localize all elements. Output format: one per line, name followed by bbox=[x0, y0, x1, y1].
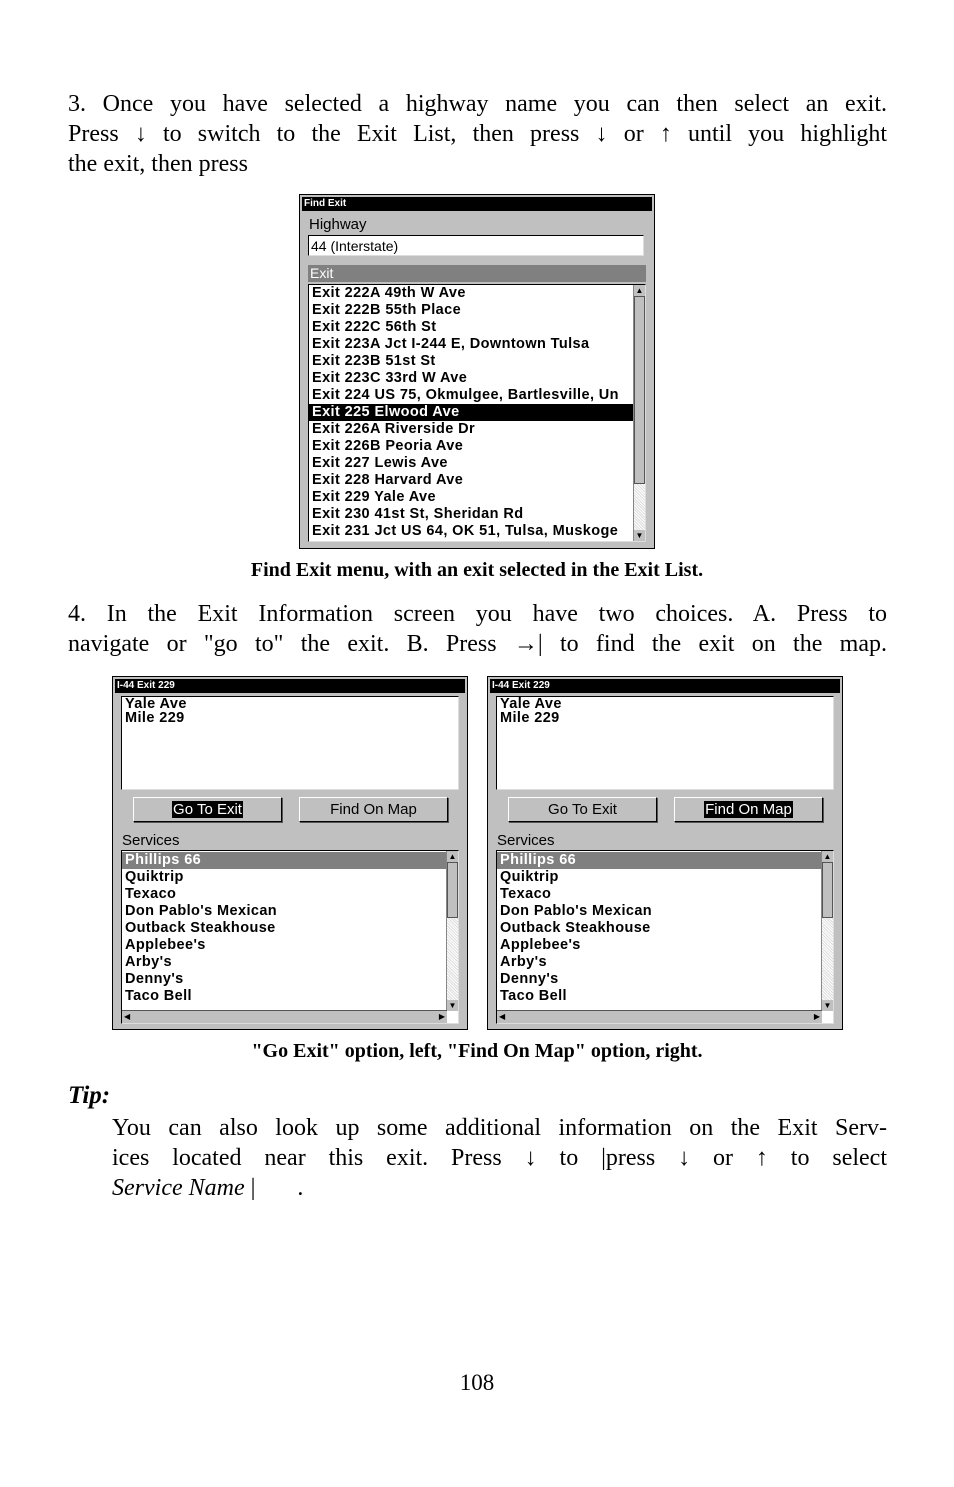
services-label: Services bbox=[122, 832, 180, 849]
scroll-down-icon[interactable]: ▼ bbox=[447, 1000, 458, 1011]
exit-list-item[interactable]: Exit 229 Yale Ave bbox=[309, 489, 633, 506]
caption: "Go Exit" option, left, "Find On Map" op… bbox=[251, 1040, 703, 1062]
step4-line: 4. In the Exit Information screen you ha… bbox=[68, 601, 887, 627]
exit-list-item[interactable]: Exit 225 Elwood Ave bbox=[309, 404, 633, 421]
exit-info-screen-map: I-44 Exit 229 Yale Ave Mile 229 Go To Exit F… bbox=[487, 676, 843, 1030]
button-label: Go To Exit bbox=[172, 801, 243, 818]
service-list-item[interactable]: Denny's bbox=[497, 971, 821, 988]
exit-info-screen-go: I-44 Exit 229 Yale Ave Mile 229 Go To Exit F… bbox=[112, 676, 468, 1030]
exit-name: Yale Ave bbox=[125, 697, 187, 711]
scroll-down-icon[interactable]: ▼ bbox=[822, 1000, 833, 1011]
service-list-item[interactable]: Phillips 66 bbox=[122, 852, 446, 869]
exit-header: Exit bbox=[308, 265, 646, 282]
service-list-item[interactable]: Taco Bell bbox=[122, 988, 446, 1005]
go-to-exit-button[interactable]: Go To Exit bbox=[133, 797, 282, 822]
scroll-left-icon[interactable]: ◀ bbox=[124, 1011, 130, 1023]
exit-mile: Mile 229 bbox=[125, 711, 185, 725]
exit-list-item[interactable]: Exit 222C 56th St bbox=[309, 319, 633, 336]
tip-heading: Tip: bbox=[68, 1082, 111, 1109]
exit-list-item[interactable]: Exit 223B 51st St bbox=[309, 353, 633, 370]
service-list-item[interactable]: Texaco bbox=[122, 886, 446, 903]
go-to-exit-button[interactable]: Go To Exit bbox=[508, 797, 657, 822]
find-on-map-button[interactable]: Find On Map bbox=[674, 797, 823, 822]
service-list-item[interactable]: Taco Bell bbox=[497, 988, 821, 1005]
exit-list-item[interactable]: Exit 231 Jct US 64, OK 51, Tulsa, Muskog… bbox=[309, 523, 633, 540]
step3-line: the exit, then press bbox=[68, 151, 248, 177]
service-list-item[interactable]: Applebee's bbox=[497, 937, 821, 954]
tip-line: Service Name | . bbox=[112, 1173, 887, 1203]
scroll-down-icon[interactable]: ▼ bbox=[634, 530, 645, 541]
services-list[interactable]: Phillips 66 Quiktrip Texaco Don Pablo's Mex… bbox=[121, 850, 459, 1024]
exit-info-box: Yale Ave Mile 229 bbox=[121, 696, 459, 790]
button-label: Find On Map bbox=[704, 801, 793, 818]
scroll-right-icon[interactable]: ▶ bbox=[439, 1011, 445, 1023]
highway-label: Highway bbox=[309, 216, 367, 233]
service-list-item[interactable]: Phillips 66 bbox=[497, 852, 821, 869]
page-number: 108 bbox=[459, 1370, 495, 1395]
find-on-map-button[interactable]: Find On Map bbox=[299, 797, 448, 822]
service-list-item[interactable]: Outback Steakhouse bbox=[497, 920, 821, 937]
service-list-item[interactable]: Quiktrip bbox=[122, 869, 446, 886]
service-list-item[interactable]: Applebee's bbox=[122, 937, 446, 954]
scroll-thumb[interactable] bbox=[634, 296, 645, 484]
exit-info-box: Yale Ave Mile 229 bbox=[496, 696, 834, 790]
exit-list-item[interactable]: Exit 226B Peoria Ave bbox=[309, 438, 633, 455]
service-list-item[interactable]: Don Pablo's Mexican bbox=[122, 903, 446, 920]
service-list-item[interactable]: Texaco bbox=[497, 886, 821, 903]
horizontal-scrollbar[interactable]: ◀ ▶ bbox=[497, 1010, 822, 1023]
exit-list-item[interactable]: Exit 223A Jct I-244 E, Downtown Tulsa bbox=[309, 336, 633, 353]
vertical-scrollbar[interactable]: ▲ ▼ bbox=[821, 851, 833, 1011]
scroll-thumb[interactable] bbox=[822, 862, 833, 918]
tip-text: | . bbox=[244, 1175, 304, 1201]
service-list-item[interactable]: Arby's bbox=[497, 954, 821, 971]
caption: Find Exit menu, with an exit selected in… bbox=[250, 559, 704, 581]
scroll-up-icon[interactable]: ▲ bbox=[634, 285, 645, 296]
exit-list-item[interactable]: Exit 222B 55th Place bbox=[309, 302, 633, 319]
tip-line: You can also look up some additional inf… bbox=[112, 1115, 887, 1141]
service-list-item[interactable]: Denny's bbox=[122, 971, 446, 988]
services-list[interactable]: Phillips 66 Quiktrip Texaco Don Pablo's Mex… bbox=[496, 850, 834, 1024]
service-list-item[interactable]: Quiktrip bbox=[497, 869, 821, 886]
exit-list-item[interactable]: Exit 226A Riverside Dr bbox=[309, 421, 633, 438]
window-title: Find Exit bbox=[302, 197, 652, 211]
exit-mile: Mile 229 bbox=[500, 711, 560, 725]
step3-line: Press ↓ to switch to the Exit List, then… bbox=[68, 121, 887, 147]
exit-list-item[interactable]: Exit 223C 33rd W Ave bbox=[309, 370, 633, 387]
tip-line: ices located near this exit. Press ↓ to … bbox=[112, 1145, 887, 1171]
step3-line: 3. Once you have selected a highway name… bbox=[68, 91, 887, 117]
step4-line: navigate or "go to" the exit. B. Press →… bbox=[68, 631, 887, 657]
exit-list-item[interactable]: Exit 227 Lewis Ave bbox=[309, 455, 633, 472]
scroll-right-icon[interactable]: ▶ bbox=[814, 1011, 820, 1023]
exit-list-item[interactable]: Exit 230 41st St, Sheridan Rd bbox=[309, 506, 633, 523]
scroll-thumb[interactable] bbox=[447, 862, 458, 918]
services-label: Services bbox=[497, 832, 555, 849]
scroll-up-icon[interactable]: ▲ bbox=[447, 851, 458, 862]
exit-name: Yale Ave bbox=[500, 697, 562, 711]
vertical-scrollbar[interactable]: ▲ ▼ bbox=[633, 285, 645, 541]
window-title: I-44 Exit 229 bbox=[490, 679, 840, 693]
scroll-up-icon[interactable]: ▲ bbox=[822, 851, 833, 862]
manual-page: 3. Once you have selected a highway name… bbox=[0, 0, 954, 1487]
highway-field[interactable]: 44 (Interstate) bbox=[308, 235, 644, 256]
vertical-scrollbar[interactable]: ▲ ▼ bbox=[446, 851, 458, 1011]
button-label: Find On Map bbox=[330, 801, 417, 818]
exit-list-item[interactable]: Exit 228 Harvard Ave bbox=[309, 472, 633, 489]
service-list-item[interactable]: Outback Steakhouse bbox=[122, 920, 446, 937]
service-list-item[interactable]: Don Pablo's Mexican bbox=[497, 903, 821, 920]
service-list-item[interactable]: Arby's bbox=[122, 954, 446, 971]
find-exit-screen: Find Exit Highway 44 (Interstate) Exit E… bbox=[299, 194, 655, 549]
exit-list-item[interactable]: Exit 222A 49th W Ave bbox=[309, 285, 633, 302]
service-name-term: Service Name bbox=[112, 1175, 245, 1201]
window-title: I-44 Exit 229 bbox=[115, 679, 465, 693]
scroll-left-icon[interactable]: ◀ bbox=[499, 1011, 505, 1023]
exit-list[interactable]: Exit 222A 49th W Ave Exit 222B 55th Place… bbox=[308, 284, 646, 542]
exit-list-item[interactable]: Exit 224 US 75, Okmulgee, Bartlesville, … bbox=[309, 387, 633, 404]
horizontal-scrollbar[interactable]: ◀ ▶ bbox=[122, 1010, 447, 1023]
button-label: Go To Exit bbox=[548, 801, 617, 818]
